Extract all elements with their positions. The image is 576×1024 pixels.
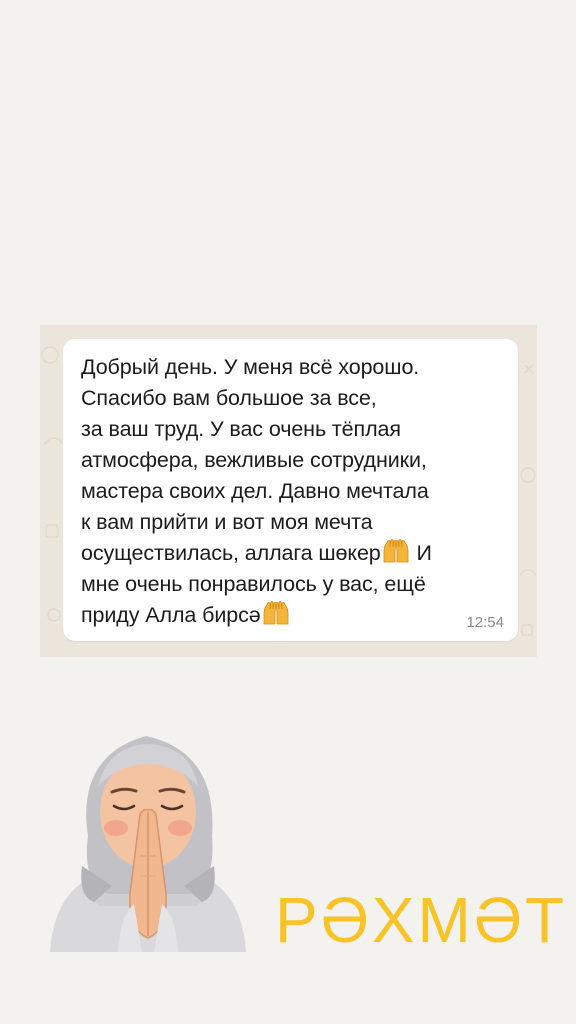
message-body: Добрый день. У меня всё хорошо. Спасибо … xyxy=(81,355,429,534)
message-line-7-text: осуществилась, аллага шөкер xyxy=(81,541,381,565)
raised-hands-icon xyxy=(263,601,289,625)
message-line-7: осуществилась, аллага шөкер И xyxy=(81,539,432,565)
message-text: Добрый день. У меня всё хорошо. Спасибо … xyxy=(81,352,511,631)
thanks-caption: РӘХМӘТ xyxy=(275,884,568,956)
message-line-8: мне очень понравилось у вас, ещё xyxy=(81,572,426,596)
message-timestamp: 12:54 xyxy=(466,614,504,631)
message-line-9-text: приду Алла бирсә xyxy=(81,603,261,627)
raised-hands-icon xyxy=(383,539,409,563)
praying-memoji-avatar xyxy=(50,736,246,952)
message-line-7-tail: И xyxy=(410,541,432,565)
chat-screenshot: Добрый день. У меня всё хорошо. Спасибо … xyxy=(40,325,537,657)
message-line-9: приду Алла бирсә xyxy=(81,601,291,627)
message-bubble[interactable]: Добрый день. У меня всё хорошо. Спасибо … xyxy=(63,339,518,641)
